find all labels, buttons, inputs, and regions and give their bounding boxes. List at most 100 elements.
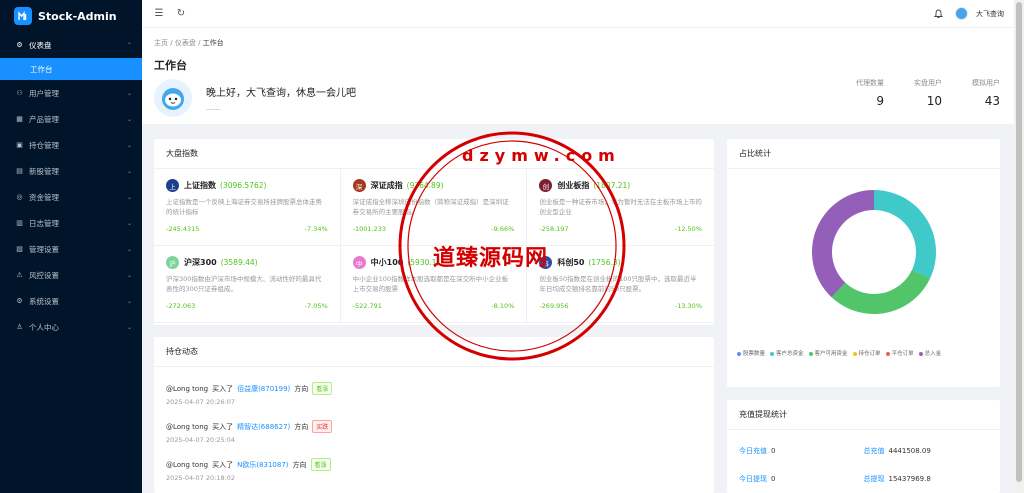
direction-tag: 看涨 — [310, 458, 331, 471]
charge-stat-label[interactable]: 今日充值 — [739, 447, 767, 455]
refresh-icon[interactable]: ↻ — [174, 7, 188, 21]
breadcrumb: 主页 / 仪表盘 / 工作台 — [154, 39, 224, 47]
sidebar-item-10[interactable]: ♙ 个人中心 ⌄ — [0, 314, 142, 340]
holding-time: 2025-04-07 20:25:04 — [166, 436, 236, 444]
sidebar-item-label: 仪表盘 — [29, 40, 52, 50]
sidebar-item-3[interactable]: ▣ 持仓管理 ⌄ — [0, 132, 142, 158]
holding-card-title: 持仓动态 — [154, 337, 714, 367]
product-icon: ▦ — [16, 115, 23, 123]
sidebar-item-5[interactable]: ◎ 资金管理 ⌄ — [0, 184, 142, 210]
sidebar-menu: ⚙ 仪表盘 ⌃ 工作台 ⚇ 用户管理 ⌄ ▦ 产品管理 ⌄ ▣ 持仓管理 ⌄ ▤ 新股管理 ⌄ ◎ 资金管理 ⌄ ▥ 日… — [0, 32, 142, 340]
index-name: 中小100 — [370, 258, 404, 267]
legend-item[interactable]: 平仓订单 — [885, 349, 914, 357]
index-change: -245.4315 — [166, 225, 200, 233]
donut-slice-2[interactable] — [812, 190, 874, 298]
watermark-letters: dzymw.com — [462, 146, 621, 165]
index-percent: -7.05% — [304, 302, 328, 310]
index-percent: -7.34% — [304, 225, 328, 233]
market-card-title: 大盘指数 — [154, 139, 714, 169]
system-icon: ⚙ — [16, 297, 23, 305]
sidebar-item-9[interactable]: ⚙ 系统设置 ⌄ — [0, 288, 142, 314]
stat-label: 实盘用户 — [914, 79, 942, 87]
donut-slice-0[interactable] — [874, 190, 936, 279]
ratio-card-title: 占比统计 — [727, 139, 1000, 169]
sidebar-item-4[interactable]: ▤ 新股管理 ⌄ — [0, 158, 142, 184]
chevron-down-icon: ⌄ — [126, 193, 132, 201]
market-index-item[interactable]: 科科创50 (1756.3) 创业板50指数是在创业板的100只股票中，选取最近半年… — [527, 246, 714, 323]
index-description: 深证成指全称深圳成份指数（简称深证成指）是深圳证券交易所的主要股指。 — [352, 198, 509, 216]
legend-item[interactable]: 客户总资金 — [770, 349, 804, 357]
user-avatar[interactable] — [955, 7, 968, 20]
ratio-stats-card: 占比统计 股票数量 客户总资金 客户可用资金 持仓订单 平仓订单 总入金 — [727, 139, 1000, 387]
charge-card-title: 充值提现统计 — [727, 400, 1000, 430]
legend-dot-icon — [885, 351, 890, 356]
index-percent: -9.66% — [491, 225, 515, 233]
sidebar-item-1[interactable]: ⚇ 用户管理 ⌄ — [0, 80, 142, 106]
holding-user: @Long tong — [166, 460, 209, 469]
holding-direction-label: 方向 — [294, 422, 309, 431]
sidebar-item-label: 管理设置 — [29, 244, 59, 254]
stat-value: 43 — [984, 94, 1000, 108]
chevron-up-icon: ⌃ — [126, 41, 132, 49]
sidebar-item-7[interactable]: ▧ 管理设置 ⌄ — [0, 236, 142, 262]
legend-dot-icon — [852, 351, 857, 356]
charge-stat-value: 15437969.8 — [888, 475, 931, 483]
sidebar-item-2[interactable]: ▦ 产品管理 ⌄ — [0, 106, 142, 132]
fund-icon: ◎ — [16, 193, 23, 201]
dashboard-icon: ⚙ — [16, 41, 23, 49]
index-change: -269.956 — [539, 302, 569, 310]
legend-item[interactable]: 客户可用资金 — [808, 349, 848, 357]
index-description: 中小企业100指数样本股选取都是在深交所中小企业板上市交易的股票 — [352, 275, 509, 293]
holding-time: 2025-04-07 20:18:02 — [166, 474, 236, 482]
market-index-item[interactable]: 沪沪深300 (3589.44) 沪深300指数由沪深市场中规模大、流动性好的最具代… — [154, 246, 341, 323]
charge-stat-label[interactable]: 总充值 — [864, 447, 885, 455]
charge-stat-label[interactable]: 今日提现 — [739, 475, 767, 483]
index-badge-icon: 中 — [352, 256, 366, 269]
market-index-item[interactable]: 上上证指数 (3096.5762) 上证指数是一个反映上海证券交易所挂牌股票总体走势… — [154, 169, 341, 246]
holding-time: 2025-04-07 20:26:07 — [166, 398, 236, 406]
sidebar-item-6[interactable]: ▥ 日志管理 ⌄ — [0, 210, 142, 236]
breadcrumb-home[interactable]: 主页 — [154, 39, 168, 47]
charge-stat-label[interactable]: 总提现 — [864, 475, 885, 483]
sidebar-item-0[interactable]: ⚙ 仪表盘 ⌃ — [0, 32, 142, 58]
holding-stock-link[interactable]: 佰益康(870199) — [237, 384, 290, 394]
scrollbar[interactable] — [1014, 0, 1024, 493]
holding-stock-link[interactable]: 精智达(688627) — [237, 422, 290, 432]
sidebar-item-label: 新股管理 — [29, 166, 59, 176]
sidebar-subitem-workbench[interactable]: 工作台 — [0, 58, 142, 80]
legend-item[interactable]: 持仓订单 — [852, 349, 881, 357]
settings-icon: ▧ — [16, 245, 23, 253]
stat-item: 模拟用户 43 — [972, 78, 1000, 108]
legend-dot-icon — [770, 351, 775, 356]
index-percent: -8.10% — [491, 302, 515, 310]
holding-stock-link[interactable]: N欧乐(831087) — [237, 460, 288, 470]
index-price: (9364.89) — [406, 181, 444, 190]
charge-stat-row: 今日充值 0 — [739, 446, 864, 456]
direction-tag: 买跌 — [312, 420, 333, 433]
market-index-item[interactable]: 深深证成指 (9364.89) 深证成指全称深圳成份指数（简称深证成指）是深圳证券交… — [340, 169, 528, 246]
market-index-item[interactable]: 创创业板指 (1807.21) 创业板是一种证券市场，专为暂时无法在主板市场上市的创… — [527, 169, 714, 246]
sidebar-item-label: 系统设置 — [29, 296, 59, 306]
legend-item[interactable]: 股票数量 — [737, 349, 765, 357]
chart-legend: 股票数量 客户总资金 客户可用资金 持仓订单 平仓订单 总入金 — [737, 349, 941, 357]
sidebar-item-8[interactable]: ⚠ 风控设置 ⌄ — [0, 262, 142, 288]
profile-avatar — [154, 79, 192, 117]
index-description: 创业板50指数是在创业板的100只股票中，选取最近半年日均成交额排名靠前的50只… — [539, 275, 697, 293]
donut-chart[interactable] — [809, 187, 939, 317]
chevron-down-icon: ⌄ — [126, 167, 132, 175]
user-name[interactable]: 大飞查询 — [976, 9, 1004, 19]
index-name: 创业板指 — [557, 181, 590, 190]
menu-fold-icon[interactable]: ☰ — [152, 7, 166, 21]
position-icon: ▣ — [16, 141, 23, 149]
charge-stat-row: 总提现 15437969.8 — [864, 474, 989, 484]
index-price: (1807.21) — [593, 181, 631, 190]
sidebar-item-label: 资金管理 — [29, 192, 59, 202]
donut-slice-1[interactable] — [831, 269, 931, 314]
sidebar: Stock-Admin ⚙ 仪表盘 ⌃ 工作台 ⚇ 用户管理 ⌄ ▦ 产品管理 ⌄ ▣ 持仓管理 ⌄ ▤ 新… — [0, 0, 142, 493]
sidebar-item-label: 个人中心 — [29, 322, 59, 332]
bell-icon[interactable] — [931, 7, 945, 21]
logo[interactable]: Stock-Admin — [0, 0, 142, 32]
breadcrumb-dashboard[interactable]: 仪表盘 — [175, 39, 196, 47]
app-name: Stock-Admin — [38, 9, 117, 23]
legend-item[interactable]: 总入金 — [918, 349, 941, 357]
